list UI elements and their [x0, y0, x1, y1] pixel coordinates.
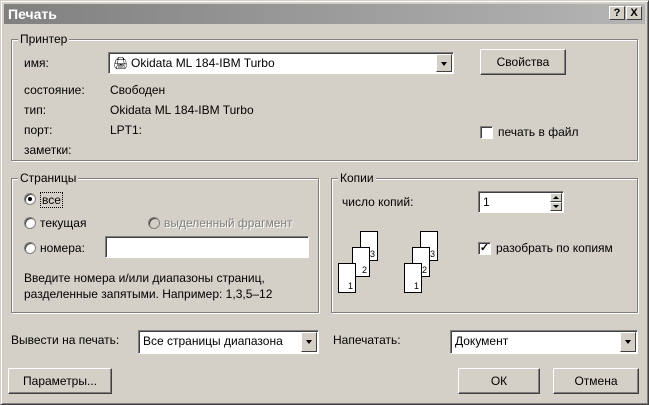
print-label: Напечатать: — [333, 333, 401, 347]
pages-hint-line1: Введите номера и/или диапазоны страниц, — [24, 271, 265, 285]
print-to-file-label[interactable]: печать в файл — [498, 125, 578, 139]
spin-up-icon[interactable] — [550, 193, 562, 202]
radio-selection[interactable] — [148, 217, 160, 229]
pages-legend: Страницы — [18, 171, 79, 185]
radio-all-label[interactable]: все — [40, 192, 63, 208]
radio-numbers-label[interactable]: номера: — [40, 241, 85, 255]
page-icon: 1 — [404, 263, 422, 293]
close-button[interactable]: X — [626, 6, 642, 20]
type-value: Okidata ML 184-IBM Turbo — [110, 103, 254, 117]
copies-legend: Копии — [338, 171, 376, 185]
notes-label: заметки: — [24, 143, 72, 157]
chevron-down-icon[interactable] — [436, 54, 452, 72]
properties-button[interactable]: Свойства — [480, 49, 566, 75]
printer-legend: Принтер — [18, 32, 70, 46]
window-title: Печать — [8, 6, 57, 22]
page-icon: 1 — [338, 263, 356, 293]
radio-current-label[interactable]: текущая — [40, 216, 86, 230]
status-value: Свободен — [110, 83, 166, 97]
print-combo[interactable]: Документ — [450, 330, 638, 354]
printer-name-combo[interactable]: 🖨 Okidata ML 184-IBM Turbo — [108, 52, 454, 74]
print-what-combo[interactable]: Все страницы диапазона — [138, 330, 319, 354]
print-what-value: Все страницы диапазона — [143, 334, 283, 348]
port-value: LPT1: — [110, 123, 143, 137]
copies-count-value: 1 — [483, 195, 490, 209]
copies-count-label: число копий: — [342, 195, 414, 209]
copies-group: Копии число копий: 1 3 2 1 3 2 1 ✓ разоб… — [331, 171, 638, 313]
spin-down-icon[interactable] — [550, 202, 562, 211]
chevron-down-icon[interactable] — [620, 332, 636, 352]
cancel-button[interactable]: Отмена — [553, 368, 639, 394]
print-to-file-checkbox[interactable] — [480, 126, 493, 139]
print-value: Документ — [455, 334, 509, 348]
radio-selection-label[interactable]: выделенный фрагмент — [164, 216, 293, 230]
radio-numbers[interactable] — [24, 242, 36, 254]
page-numbers-input[interactable] — [105, 236, 309, 258]
print-dialog: Печать ? X Принтер имя: 🖨 Okidata ML 184… — [0, 0, 649, 405]
pages-group: Страницы все текущая выделенный фрагмент… — [11, 171, 319, 313]
ok-button[interactable]: ОК — [458, 368, 540, 394]
port-label: порт: — [24, 123, 53, 137]
pages-hint-line2: разделенные запятыми. Например: 1,3,5–12 — [24, 287, 273, 301]
collate-label[interactable]: разобрать по копиям — [496, 241, 613, 255]
status-label: состояние: — [24, 83, 85, 97]
copies-count-input[interactable]: 1 — [478, 191, 564, 213]
chevron-down-icon[interactable] — [301, 332, 317, 352]
printer-group: Принтер имя: 🖨 Okidata ML 184-IBM Turbo … — [11, 32, 638, 161]
printer-name-value: Okidata ML 184-IBM Turbo — [131, 56, 275, 70]
radio-current[interactable] — [24, 217, 36, 229]
options-button[interactable]: Параметры... — [8, 368, 112, 394]
title-bar[interactable]: Печать ? X — [4, 4, 645, 24]
collate-checkbox[interactable]: ✓ — [478, 242, 491, 255]
radio-all[interactable] — [24, 193, 36, 205]
type-label: тип: — [24, 103, 47, 117]
printer-icon: 🖨 — [113, 56, 129, 70]
print-what-label: Вывести на печать: — [11, 333, 120, 347]
help-button[interactable]: ? — [609, 6, 625, 20]
printer-name-label: имя: — [24, 56, 49, 70]
